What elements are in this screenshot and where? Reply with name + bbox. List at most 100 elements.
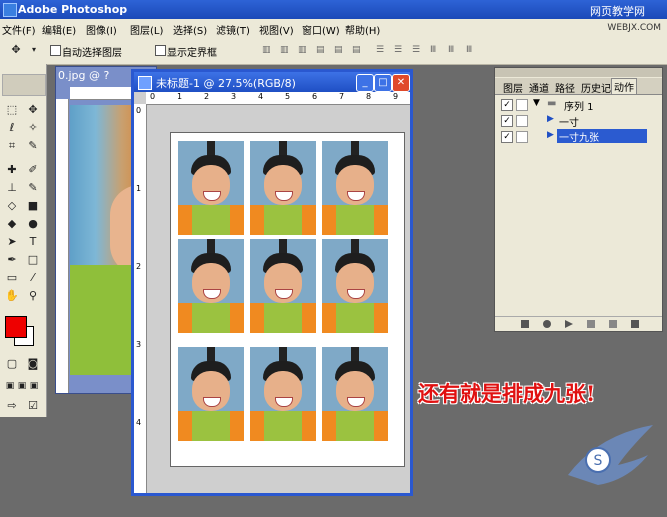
tab-paths[interactable]: 路径	[555, 80, 575, 95]
auto-select-checkbox[interactable]	[50, 45, 61, 56]
gradient-tool-icon[interactable]: ■	[25, 198, 41, 214]
align-top-icon[interactable]: ▥	[262, 45, 276, 56]
move-tool-icon[interactable]: ✥	[8, 42, 24, 58]
menu-edit[interactable]: 编辑(E)	[42, 22, 76, 37]
tab-history[interactable]: 历史记	[581, 80, 611, 95]
app-title: Adobe Photoshop	[18, 3, 128, 16]
standard-mode-icon[interactable]: ▢	[4, 356, 20, 372]
distribute-bottom-icon[interactable]: ☰	[412, 45, 426, 56]
doc2-title: 未标题-1 @ 27.5%(RGB/8)	[156, 77, 296, 90]
distribute-right-icon[interactable]: Ⅲ	[466, 45, 480, 56]
screen-mode-full-icon[interactable]: ▣	[26, 378, 42, 394]
align-vcenter-icon[interactable]: ▥	[280, 45, 294, 56]
pen-tool-icon[interactable]: ✒	[4, 252, 20, 268]
new-action-button[interactable]	[609, 320, 617, 328]
toggle-check[interactable]: ✓	[501, 131, 513, 143]
expand-triangle-icon[interactable]: ▼	[533, 98, 540, 108]
action-row[interactable]: ✓ ▶ 一寸	[495, 113, 662, 129]
jump-to-imageready-icon[interactable]: ⇨	[4, 398, 20, 414]
chevron-down-icon[interactable]: ▾	[26, 42, 42, 58]
play-button[interactable]	[565, 320, 573, 328]
toggle-check[interactable]: ✓	[501, 99, 513, 111]
quickmask-mode-icon[interactable]: ◙	[25, 356, 41, 372]
id-photo	[178, 239, 244, 333]
zoom-tool-icon[interactable]: ⚲	[25, 288, 41, 304]
id-photo	[250, 239, 316, 333]
collapse-triangle-icon[interactable]: ▶	[547, 114, 554, 124]
distribute-vcenter-icon[interactable]: ☰	[394, 45, 408, 56]
menu-image[interactable]: 图像(I)	[86, 22, 117, 37]
lasso-tool-icon[interactable]: ℓ	[4, 120, 20, 136]
magic-wand-icon[interactable]: ✧	[25, 120, 41, 136]
distribute-top-icon[interactable]: ☰	[376, 45, 390, 56]
photoshop-logo-icon	[3, 3, 17, 17]
dialog-toggle[interactable]	[516, 99, 528, 111]
minimize-button[interactable]: _	[356, 74, 374, 92]
crop-tool-icon[interactable]: ⌗	[4, 138, 20, 154]
notes-tool-icon[interactable]: ▭	[4, 270, 20, 286]
doc1-title: 0.jpg @ ?	[58, 69, 110, 82]
clone-stamp-icon[interactable]: ⊥	[4, 180, 20, 196]
brush-tool-icon[interactable]: ✐	[25, 162, 41, 178]
trash-icon[interactable]	[631, 320, 639, 328]
panel-grip[interactable]	[495, 68, 662, 77]
blur-tool-icon[interactable]: ◆	[4, 216, 20, 232]
history-brush-icon[interactable]: ✎	[25, 180, 41, 196]
align-hcenter-icon[interactable]: ▤	[334, 45, 348, 56]
stop-button[interactable]	[521, 320, 529, 328]
tab-channels[interactable]: 通道	[529, 80, 549, 95]
document-window-untitled[interactable]: 未标题-1 @ 27.5%(RGB/8) _ □ ✕ 0 1 2 3 4 5 6…	[131, 69, 413, 496]
show-bounds-checkbox[interactable]	[155, 45, 166, 56]
dodge-tool-icon[interactable]: ●	[25, 216, 41, 232]
menu-filter[interactable]: 滤镜(T)	[216, 22, 250, 37]
slice-tool-icon[interactable]: ✎	[25, 138, 41, 154]
shape-tool-icon[interactable]: □	[25, 252, 41, 268]
distribute-left-icon[interactable]: Ⅲ	[430, 45, 444, 56]
align-right-icon[interactable]: ▤	[352, 45, 366, 56]
menu-window[interactable]: 窗口(W)	[302, 22, 340, 37]
tab-actions[interactable]: 动作	[611, 78, 637, 94]
options-bar: ✥ ▾ 自动选择图层 显示定界框 ▥ ▥ ▥ ▤ ▤ ▤ ☰ ☰ ☰ Ⅲ Ⅲ Ⅲ	[0, 37, 667, 65]
ruler-tick-label: 2	[136, 262, 142, 271]
close-button[interactable]: ✕	[392, 74, 410, 92]
align-bottom-icon[interactable]: ▥	[298, 45, 312, 56]
menu-view[interactable]: 视图(V)	[259, 22, 294, 37]
app-titlebar: Adobe Photoshop 网页教学网	[0, 0, 667, 19]
menu-file[interactable]: 文件(F)	[2, 22, 36, 37]
marquee-tool-icon[interactable]: ⬚	[4, 102, 20, 118]
collapse-triangle-icon[interactable]: ▶	[547, 130, 554, 140]
action-set-label: 序列 1	[564, 102, 594, 113]
action-row-selected[interactable]: ✓ ▶ 一寸九张	[495, 129, 662, 144]
type-tool-icon[interactable]: T	[25, 234, 41, 250]
maximize-button[interactable]: □	[374, 74, 392, 92]
action-set-row[interactable]: ✓ ▼ ▬ 序列 1	[495, 97, 662, 113]
ruler-tick-label: 8	[366, 92, 372, 101]
foreground-color-swatch[interactable]	[5, 316, 27, 338]
move-tool-icon[interactable]: ✥	[25, 102, 41, 118]
toolbox-header	[2, 74, 46, 96]
ruler-tick-label: 0	[150, 92, 156, 101]
auto-select-label: 自动选择图层	[62, 48, 122, 59]
distribute-hcenter-icon[interactable]: Ⅲ	[448, 45, 462, 56]
record-button[interactable]	[543, 320, 551, 328]
align-left-icon[interactable]: ▤	[316, 45, 330, 56]
eyedropper-icon[interactable]: ⁄	[25, 270, 41, 286]
new-set-button[interactable]	[587, 320, 595, 328]
tab-layers[interactable]: 图层	[503, 80, 523, 95]
check-icon[interactable]: ☑	[25, 398, 41, 414]
hand-tool-icon[interactable]: ✋	[4, 288, 20, 304]
eraser-tool-icon[interactable]: ◇	[4, 198, 20, 214]
menu-select[interactable]: 选择(S)	[173, 22, 207, 37]
id-photo	[250, 347, 316, 441]
dialog-toggle[interactable]	[516, 115, 528, 127]
menu-layer[interactable]: 图层(L)	[130, 22, 163, 37]
path-select-icon[interactable]: ➤	[4, 234, 20, 250]
toggle-check[interactable]: ✓	[501, 115, 513, 127]
doc2-titlebar[interactable]: 未标题-1 @ 27.5%(RGB/8) _ □ ✕	[134, 72, 410, 92]
dialog-toggle[interactable]	[516, 131, 528, 143]
ruler-tick-label: 9	[393, 92, 399, 101]
menu-help[interactable]: 帮助(H)	[345, 22, 380, 37]
healing-brush-icon[interactable]: ✚	[4, 162, 20, 178]
ruler-tick-label: 7	[339, 92, 345, 101]
doc2-canvas-paper[interactable]	[170, 132, 405, 467]
